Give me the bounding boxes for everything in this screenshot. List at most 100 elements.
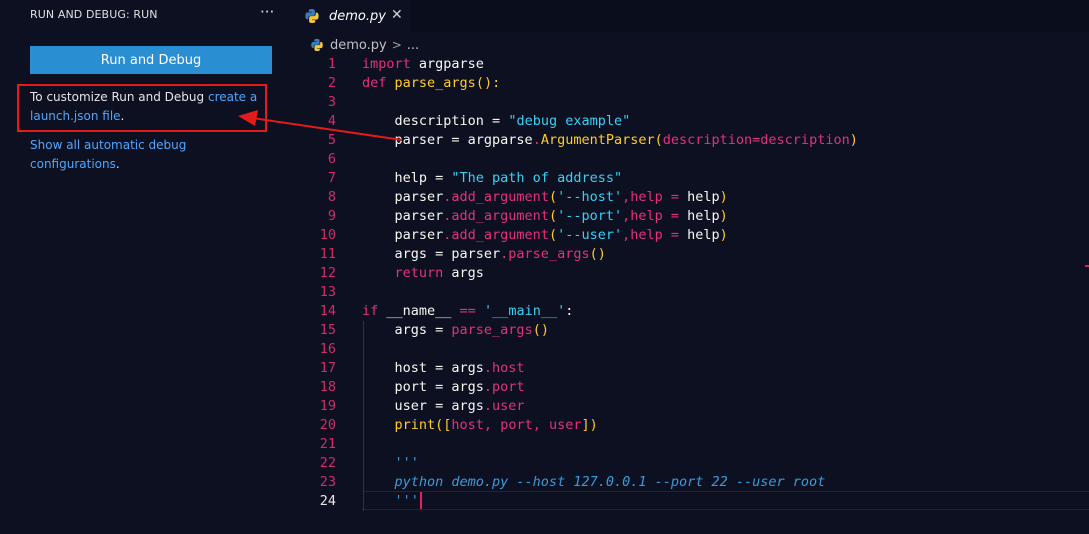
code-line: parser.add_argument('--user',help = help… [362,226,728,245]
code-token: python demo.py --host 127.0.0.1 --port 2… [362,474,826,490]
show-all-period: . [115,157,120,171]
code-token: .host [483,360,525,376]
code-token: print [362,417,436,433]
code-line: ''' [362,454,419,473]
code-token: "debug example" [508,113,631,129]
code-token: return [362,265,444,281]
tab-demo-py[interactable]: demo.py ✕ [292,0,411,32]
code-token: description = [362,113,509,129]
line-number: 10 [319,227,336,243]
close-icon[interactable]: ✕ [391,7,403,23]
code-token: args [443,265,484,281]
code-line: parser.add_argument('--host',help = help… [362,188,728,207]
code-token: argparse [410,56,484,72]
code-token: parser [362,227,444,243]
line-number: 14 [319,303,336,319]
code-line: def parse_args(): [362,74,500,93]
code-token: ) [719,227,728,243]
show-all-configurations-link[interactable]: Show all automatic debug configurations [30,138,186,171]
line-number: 4 [327,113,336,129]
annotation-box [17,84,267,132]
line-number: 2 [327,75,336,91]
line-number: 3 [327,94,336,110]
code-token: ArgumentParser [540,132,655,148]
line-number: 24 [319,493,336,509]
code-line: description = "debug example" [362,112,631,131]
code-token: : [565,303,574,319]
code-token: ''' [362,493,419,509]
breadcrumb-file[interactable]: demo.py [330,38,387,53]
code-line: port = args.port [362,378,525,397]
code-token: args = parser [362,246,501,262]
line-number: 6 [327,151,336,167]
code-token: '__main__' [483,303,566,319]
more-actions-icon[interactable]: ··· [260,3,274,21]
code-token: .port [483,379,525,395]
code-token: ]) [581,417,598,433]
code-line: user = args.user [362,397,525,416]
code-token: parse_args [394,75,476,91]
python-icon [305,9,319,23]
code-line: parser = argparse.ArgumentParser(descrip… [362,131,858,150]
code-line: help = "The path of address" [362,169,623,188]
code-line: args = parse_args() [362,321,549,340]
code-token: if [362,303,379,319]
tab-bar: demo.py ✕ [292,0,1089,32]
code-token: parser [362,208,444,224]
code-token: .add_argument [443,189,549,205]
run-debug-sidebar: RUN AND DEBUG: RUN ··· Run and Debug To … [0,0,291,534]
code-token: parser = argparse [362,132,533,148]
line-number: 1 [327,56,336,72]
sidebar-title: RUN AND DEBUG: RUN [30,8,158,21]
code-line: print([host, port, user]) [362,416,598,435]
breadcrumb: demo.py > ... [310,36,419,54]
code-token: .add_argument [443,208,549,224]
code-line: import argparse [362,55,484,74]
code-token: parser [362,189,444,205]
run-and-debug-button[interactable]: Run and Debug [30,46,272,74]
show-all-text: Show all automatic debug configurations. [30,136,230,174]
line-number: 13 [319,284,336,300]
code-token: args = [362,322,452,338]
code-token: host, port, user [451,417,582,433]
code-token: '--port' [557,208,623,224]
tab-label: demo.py [329,8,386,24]
code-token: '--user' [557,227,623,243]
code-token: port = args [362,379,484,395]
code-token: . [532,132,541,148]
code-token: parse_args [451,322,533,338]
code-token: __name__ [378,303,460,319]
code-token: ) [719,208,728,224]
code-line: parser.add_argument('--port',help = help… [362,207,728,226]
line-number: 19 [319,398,336,414]
code-token: help [687,208,720,224]
line-number: 5 [327,132,336,148]
line-number: 21 [319,436,336,452]
code-token: ''' [362,455,419,471]
code-token: help = [362,170,452,186]
code-token: ,help = [622,189,688,205]
code-token: ( [548,208,558,224]
code-token: ) [719,189,728,205]
code-token: def [362,75,387,91]
code-line: python demo.py --host 127.0.0.1 --port 2… [362,473,826,492]
code-token: help [687,189,720,205]
code-token: .add_argument [443,227,549,243]
code-line: host = args.host [362,359,525,378]
code-token: ( [654,132,663,148]
breadcrumb-symbol[interactable]: ... [407,38,419,53]
code-token: .parse_args [500,246,590,262]
code-token: () [532,322,549,338]
code-token: .user [483,398,525,414]
code-token: == [459,303,476,319]
code-token: ([ [435,417,452,433]
line-number: 8 [327,189,336,205]
code-token: '--host' [557,189,623,205]
overview-ruler-marker [1085,265,1089,267]
code-line: if __name__ == '__main__': [362,302,573,321]
code-token: description=description [662,132,850,148]
python-icon [311,38,323,52]
chevron-right-icon: > [391,38,402,52]
code-token: import [362,56,411,72]
